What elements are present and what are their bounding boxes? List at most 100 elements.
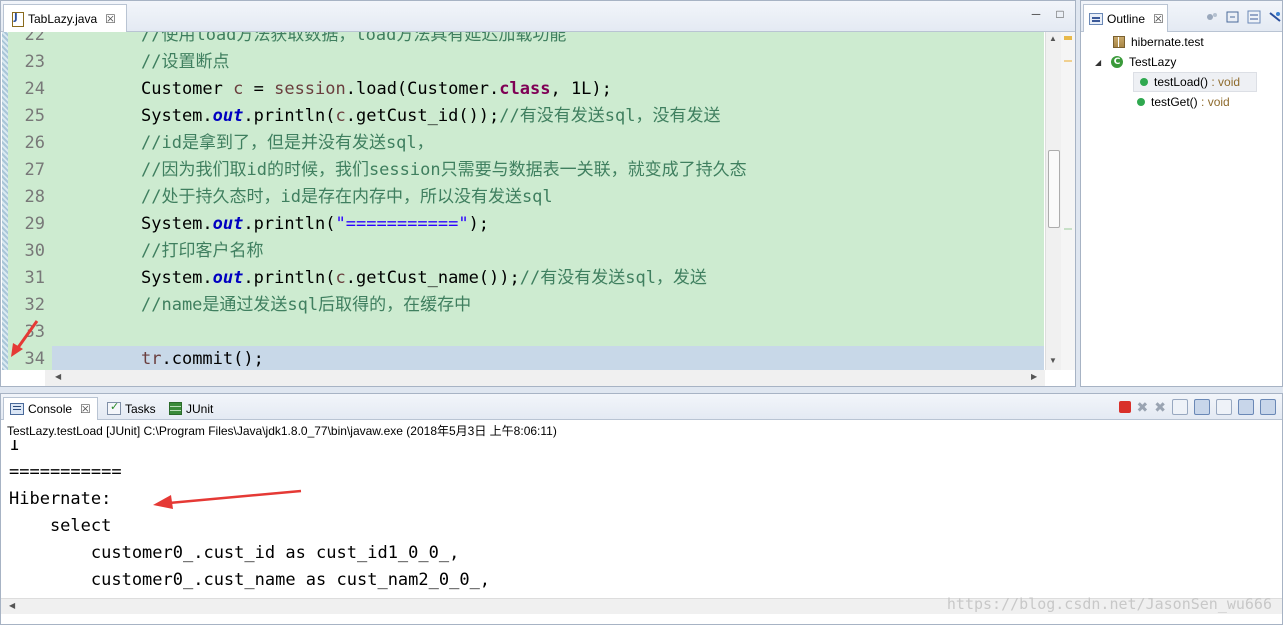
console-tabbar: Console ☒ Tasks JUnit ✖ ✖ <box>1 394 1282 420</box>
code-token: c <box>335 268 346 288</box>
close-icon[interactable]: ☒ <box>1153 12 1164 26</box>
code-text: System.out.println(c.getCust_name());//有… <box>141 265 707 292</box>
outline-item-label: TestLazy <box>1129 55 1176 69</box>
code-line[interactable]: 27 //因为我们取id的时候，我们session只需要与数据表一关联，就变成了持… <box>8 157 1044 184</box>
watermark: https://blog.csdn.net/JasonSen_wu666 <box>946 595 1272 613</box>
code-text: System.out.println("==========="); <box>141 211 489 238</box>
code-token: //使用load方法获取数据，load方法具有延迟加载功能 <box>141 32 567 45</box>
code-token: .commit(); <box>161 349 264 369</box>
hide-fields-icon[interactable] <box>1205 10 1219 24</box>
code-editor[interactable]: 22//使用load方法获取数据，load方法具有延迟加载功能 23//设置断点 2… <box>8 32 1044 370</box>
display-selected-console-icon[interactable] <box>1260 399 1276 415</box>
close-icon[interactable]: ☒ <box>105 12 116 26</box>
scrollbar-thumb[interactable] <box>1048 150 1060 228</box>
console-toolbar: ✖ ✖ <box>1118 399 1276 415</box>
code-text: //id是拿到了，但是并没有发送sql， <box>141 130 434 157</box>
scroll-left-icon[interactable]: ◀ <box>9 601 15 610</box>
outline-item[interactable]: hibernate.test <box>1097 32 1204 52</box>
code-token: c <box>335 106 346 126</box>
clear-console-icon[interactable] <box>1172 399 1188 415</box>
code-line[interactable]: 31 System.out.println(c.getCust_name());/… <box>8 265 1044 292</box>
code-line[interactable]: 25 System.out.println(c.getCust_id());//有… <box>8 103 1044 130</box>
code-token: tr <box>141 349 162 369</box>
scroll-right-icon[interactable]: ▶ <box>1031 372 1037 381</box>
line-number: 29 <box>24 214 45 234</box>
scroll-down-icon[interactable]: ▼ <box>1049 356 1057 365</box>
tab-junit[interactable]: JUnit <box>163 397 219 420</box>
remove-all-terminated-icon[interactable]: ✖ <box>1154 400 1166 414</box>
code-token: = <box>243 79 275 99</box>
link-with-editor-icon[interactable] <box>1268 10 1282 24</box>
code-line[interactable]: 32 //name是通过发送sql后取得的，在缓存中 <box>8 292 1044 319</box>
outline-item[interactable]: testGet() : void <box>1135 92 1230 112</box>
console-output-line: customer0_.cust_id as cust_id1_0_0_, <box>9 543 460 563</box>
code-line[interactable]: 29 System.out.println("==========="); <box>8 211 1044 238</box>
outline-item-label: hibernate.test <box>1131 35 1204 49</box>
tab-testlazy-java[interactable]: TabLazy.java ☒ <box>3 4 127 32</box>
outline-item[interactable]: ◢ C TestLazy <box>1095 52 1176 72</box>
tab-tasks[interactable]: Tasks <box>101 397 162 420</box>
editor-vertical-scrollbar[interactable]: ▲ ▼ <box>1045 32 1061 370</box>
minimize-icon[interactable]: ─ <box>1029 7 1043 21</box>
code-text: //name是通过发送sql后取得的，在缓存中 <box>141 292 471 319</box>
outline-item-label: testLoad() : void <box>1154 75 1240 89</box>
outline-icon <box>1089 12 1103 25</box>
code-line[interactable]: 28 //处于持久态时，id是存在内存中，所以没有发送sql <box>8 184 1044 211</box>
line-number: 26 <box>24 133 45 153</box>
terminate-icon[interactable] <box>1118 401 1131 413</box>
scroll-lock-icon[interactable] <box>1194 399 1210 415</box>
sort-icon[interactable] <box>1247 10 1261 24</box>
scroll-up-icon[interactable]: ▲ <box>1049 34 1057 43</box>
code-line[interactable]: 23 //设置断点 <box>8 49 1044 76</box>
outline-pane: Outline ☒ hibernate.test ◢ C TestLazy testLo… <box>1080 0 1283 387</box>
line-number: 25 <box>24 106 45 126</box>
console-output-line: select <box>9 516 112 536</box>
overview-ruler[interactable] <box>1061 32 1075 370</box>
editor-window-controls: ─ □ <box>1029 7 1067 21</box>
console-output-line: Hibernate: <box>9 489 112 509</box>
code-token: //name是通过发送sql后取得的，在缓存中 <box>141 295 472 315</box>
code-token: //处于持久态时，id是存在内存中，所以没有发送sql <box>141 187 553 207</box>
expand-toggle-icon[interactable]: ◢ <box>1095 58 1105 67</box>
public-method-icon <box>1140 78 1148 86</box>
code-line[interactable]: 22 //使用load方法获取数据，load方法具有延迟加载功能 <box>8 32 1044 49</box>
outline-item-type: : void <box>1208 75 1241 89</box>
overview-marker[interactable] <box>1064 60 1072 62</box>
overview-marker[interactable] <box>1064 228 1072 230</box>
code-token: .getCust_name()); <box>345 268 520 288</box>
code-line[interactable]: 34 tr.commit(); <box>8 346 1044 370</box>
close-icon[interactable]: ☒ <box>80 402 91 416</box>
code-line[interactable]: 33 <box>8 319 1044 346</box>
line-number: 31 <box>24 268 45 288</box>
scroll-left-icon[interactable]: ◀ <box>55 372 61 381</box>
overview-marker[interactable] <box>1064 36 1072 40</box>
console-pane: Console ☒ Tasks JUnit ✖ ✖ TestLazy.testL… <box>0 393 1283 625</box>
pin-console-icon[interactable] <box>1238 399 1254 415</box>
outline-item-name: testGet() <box>1151 95 1198 109</box>
outline-item[interactable]: testLoad() : void <box>1133 72 1257 92</box>
code-token: .println( <box>243 268 336 288</box>
line-number: 28 <box>24 187 45 207</box>
tab-console[interactable]: Console ☒ <box>3 397 98 420</box>
line-number: 22 <box>24 32 45 45</box>
junit-icon <box>169 402 182 415</box>
code-token: //打印客户名称 <box>141 241 264 261</box>
tab-console-label: Console <box>28 402 73 416</box>
code-token: out <box>212 214 244 234</box>
code-token: session <box>274 79 346 99</box>
code-text: Customer c = session.load(Customer.class… <box>141 76 612 103</box>
maximize-icon[interactable]: □ <box>1053 7 1067 21</box>
code-line[interactable]: 24 Customer c = session.load(Customer.cla… <box>8 76 1044 103</box>
console-output-line: 1 <box>9 440 20 455</box>
code-text: tr.commit(); <box>141 346 264 370</box>
remove-launch-icon[interactable]: ✖ <box>1137 400 1149 414</box>
collapse-all-icon[interactable] <box>1226 10 1240 24</box>
tab-outline[interactable]: Outline ☒ <box>1083 4 1168 32</box>
code-line[interactable]: 30 //打印客户名称 <box>8 238 1044 265</box>
console-output[interactable]: 1 =========== Hibernate: select customer0_… <box>1 440 1282 598</box>
word-wrap-icon[interactable] <box>1216 399 1232 415</box>
code-token: out <box>212 268 244 288</box>
code-line[interactable]: 26 //id是拿到了，但是并没有发送sql， <box>8 130 1044 157</box>
code-token: out <box>212 106 244 126</box>
editor-horizontal-scrollbar[interactable]: ◀ ▶ <box>45 370 1045 386</box>
